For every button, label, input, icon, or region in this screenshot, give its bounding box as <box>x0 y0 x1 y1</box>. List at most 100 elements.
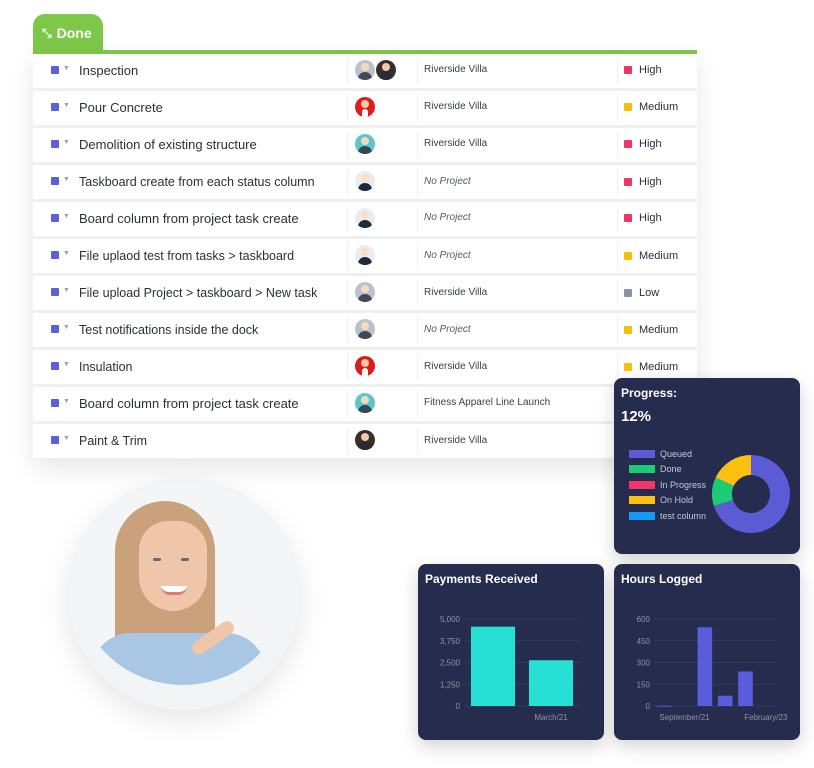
project-name[interactable]: No Project <box>424 176 471 187</box>
assignees[interactable] <box>355 208 376 228</box>
assignees[interactable] <box>355 60 397 80</box>
bar[interactable] <box>656 705 672 707</box>
avatar[interactable] <box>355 393 375 413</box>
priority-label[interactable]: Medium <box>639 250 678 262</box>
legend-swatch <box>629 449 655 458</box>
legend-item[interactable]: Queued <box>629 446 706 462</box>
project-name[interactable]: Riverside Villa <box>424 287 487 298</box>
priority-label[interactable]: Low <box>639 287 659 299</box>
project-name[interactable]: No Project <box>424 324 471 335</box>
task-row[interactable]: ▼ File uplaod test from tasks > taskboar… <box>33 239 697 273</box>
task-name[interactable]: Paint & Trim <box>79 434 147 448</box>
priority-label[interactable]: High <box>639 212 662 224</box>
caret-down-icon[interactable]: ▼ <box>63 250 70 257</box>
status-square-icon[interactable] <box>51 140 59 148</box>
status-square-icon[interactable] <box>51 362 59 370</box>
caret-down-icon[interactable]: ▼ <box>63 176 70 183</box>
project-name[interactable]: Riverside Villa <box>424 361 487 372</box>
task-name[interactable]: File uplaod test from tasks > taskboard <box>79 249 294 263</box>
task-row[interactable]: ▼ Taskboard create from each status colu… <box>33 165 697 199</box>
status-square-icon[interactable] <box>51 214 59 222</box>
project-name[interactable]: Riverside Villa <box>424 64 487 75</box>
caret-down-icon[interactable]: ▼ <box>63 324 70 331</box>
bar[interactable] <box>738 671 753 706</box>
task-name[interactable]: Board column from project task create <box>79 396 299 411</box>
avatar[interactable] <box>355 282 375 302</box>
task-name[interactable]: Insulation <box>79 360 133 374</box>
caret-down-icon[interactable]: ▼ <box>63 398 70 405</box>
status-square-icon[interactable] <box>51 251 59 259</box>
status-square-icon[interactable] <box>51 288 59 296</box>
project-name[interactable]: Riverside Villa <box>424 435 487 446</box>
avatar[interactable] <box>355 319 375 339</box>
bar[interactable] <box>528 660 574 706</box>
assignees[interactable] <box>355 245 376 265</box>
status-square-icon[interactable] <box>51 66 59 74</box>
caret-down-icon[interactable]: ▼ <box>63 287 70 294</box>
bar[interactable] <box>470 626 516 706</box>
priority-label[interactable]: Medium <box>639 361 678 373</box>
project-name[interactable]: No Project <box>424 250 471 261</box>
bar[interactable] <box>717 695 733 706</box>
priority-label[interactable]: High <box>639 138 662 150</box>
avatar[interactable] <box>355 245 375 265</box>
task-name[interactable]: Test notifications inside the dock <box>79 323 258 337</box>
task-name[interactable]: Demolition of existing structure <box>79 137 257 152</box>
avatar[interactable] <box>355 430 375 450</box>
caret-down-icon[interactable]: ▼ <box>63 139 70 146</box>
legend-item[interactable]: In Progress <box>629 477 706 493</box>
priority-label[interactable]: High <box>639 176 662 188</box>
task-row[interactable]: ▼ Insulation Riverside Villa Medium <box>33 350 697 384</box>
project-name[interactable]: Fitness Apparel Line Launch <box>424 397 550 408</box>
priority-label[interactable]: High <box>639 64 662 76</box>
task-row[interactable]: ▼ Paint & Trim Riverside Villa <box>33 424 697 458</box>
assignees[interactable] <box>355 134 376 154</box>
legend-item[interactable]: Done <box>629 462 706 478</box>
status-square-icon[interactable] <box>51 177 59 185</box>
task-name[interactable]: Inspection <box>79 63 138 78</box>
avatar[interactable] <box>355 97 375 117</box>
status-square-icon[interactable] <box>51 325 59 333</box>
task-row[interactable]: ▼ Pour Concrete Riverside Villa Medium <box>33 91 697 125</box>
avatar[interactable] <box>355 171 375 191</box>
legend-item[interactable]: test column <box>629 508 706 524</box>
project-name[interactable]: Riverside Villa <box>424 101 487 112</box>
status-square-icon[interactable] <box>51 436 59 444</box>
priority-label[interactable]: Medium <box>639 324 678 336</box>
task-name[interactable]: Taskboard create from each status column <box>79 175 315 189</box>
project-name[interactable]: No Project <box>424 212 471 223</box>
assignees[interactable] <box>355 97 376 117</box>
status-square-icon[interactable] <box>51 399 59 407</box>
avatar[interactable] <box>355 134 375 154</box>
assignees[interactable] <box>355 282 376 302</box>
project-name[interactable]: Riverside Villa <box>424 138 487 149</box>
avatar[interactable] <box>376 60 396 80</box>
task-row[interactable]: ▼ Test notifications inside the dock No … <box>33 313 697 347</box>
assignees[interactable] <box>355 393 376 413</box>
avatar[interactable] <box>355 60 375 80</box>
priority-label[interactable]: Medium <box>639 101 678 113</box>
task-row[interactable]: ▼ File upload Project > taskboard > New … <box>33 276 697 310</box>
task-name[interactable]: Pour Concrete <box>79 100 163 115</box>
avatar[interactable] <box>355 208 375 228</box>
task-row[interactable]: ▼ Board column from project task create … <box>33 202 697 236</box>
legend-item[interactable]: On Hold <box>629 493 706 509</box>
avatar[interactable] <box>355 356 375 376</box>
task-row[interactable]: ▼ Inspection Riverside Villa High <box>33 54 697 88</box>
status-square-icon[interactable] <box>51 103 59 111</box>
assignees[interactable] <box>355 171 376 191</box>
caret-down-icon[interactable]: ▼ <box>63 65 70 72</box>
task-name[interactable]: Board column from project task create <box>79 211 299 226</box>
task-row[interactable]: ▼ Board column from project task create … <box>33 387 697 421</box>
assignees[interactable] <box>355 430 376 450</box>
task-name[interactable]: File upload Project > taskboard > New ta… <box>79 286 317 300</box>
bar[interactable] <box>697 627 713 706</box>
task-row[interactable]: ▼ Demolition of existing structure River… <box>33 128 697 162</box>
caret-down-icon[interactable]: ▼ <box>63 213 70 220</box>
assignees[interactable] <box>355 319 376 339</box>
assignees[interactable] <box>355 356 376 376</box>
group-tab-done[interactable]: ⤡ Done <box>33 14 103 52</box>
caret-down-icon[interactable]: ▼ <box>63 102 70 109</box>
caret-down-icon[interactable]: ▼ <box>63 435 70 442</box>
caret-down-icon[interactable]: ▼ <box>63 361 70 368</box>
